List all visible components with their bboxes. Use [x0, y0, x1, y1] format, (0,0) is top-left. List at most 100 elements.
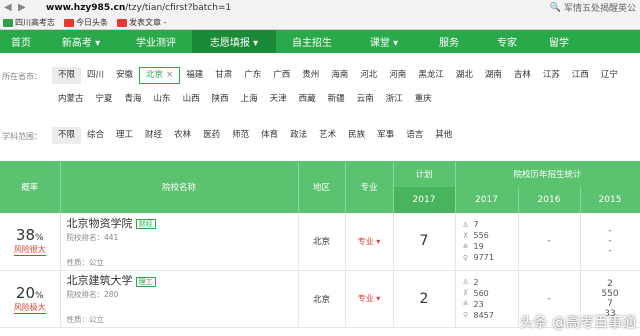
nav-assessment[interactable]: 学业测评	[120, 30, 192, 53]
location-option[interactable]: 上海	[235, 91, 264, 108]
location-option[interactable]: 河南	[383, 67, 412, 84]
location-option[interactable]: 陕西	[206, 91, 235, 108]
header-rate[interactable]: 概率	[0, 161, 61, 213]
location-option[interactable]: 浙江	[380, 91, 409, 108]
location-option[interactable]: 福建	[180, 67, 209, 84]
location-option-label: 宁夏	[95, 94, 113, 104]
person-icon: ♙	[462, 278, 469, 286]
region-cell: 北京	[298, 270, 346, 328]
risk-label: 风险极大	[13, 302, 46, 314]
location-option[interactable]: 山西	[177, 91, 206, 108]
location-option[interactable]: 黑龙江	[412, 67, 450, 84]
location-option[interactable]: 河北	[354, 67, 383, 84]
location-option[interactable]: 贵州	[296, 67, 325, 84]
location-option-label: 辽宁	[600, 70, 618, 80]
location-option[interactable]: 山东	[148, 91, 177, 108]
location-option-label: 上海	[240, 94, 258, 104]
location-option[interactable]: 云南	[351, 91, 380, 108]
location-option[interactable]: 江西	[566, 67, 595, 84]
close-icon[interactable]: ×	[166, 70, 173, 80]
search-suggestion[interactable]: 🔍 军情五处揭醒英公	[550, 1, 636, 15]
discipline-option[interactable]: 语言	[400, 127, 429, 144]
location-option-label: 重庆	[414, 94, 432, 104]
location-option-label: 北京	[146, 70, 164, 80]
bookmark-item[interactable]: 今日头条	[64, 17, 108, 28]
discipline-option[interactable]: 理工	[110, 127, 139, 144]
bookmark-item[interactable]: 发表文章 -	[117, 17, 166, 28]
nav-new-gaokao[interactable]: 新高考 ▾	[42, 30, 120, 53]
location-option[interactable]: 广东	[238, 67, 267, 84]
discipline-option[interactable]: 不限	[52, 127, 82, 144]
discipline-option[interactable]: 医药	[197, 127, 226, 144]
url-host: www.hzy985.cn	[46, 2, 126, 13]
location-option[interactable]: 青海	[119, 91, 148, 108]
results-table: 概率 院校名称 地区 专业 计划 院校历年招生统计 2017 2017 2016…	[0, 161, 640, 328]
discipline-option[interactable]: 师范	[226, 127, 255, 144]
location-option[interactable]: 海南	[325, 67, 354, 84]
nav-application[interactable]: 志愿填报 ▾	[192, 30, 276, 53]
discipline-options: 不限 综合 理工 财经 农林 医药 师范 体育 政法 艺术 民族 军事 语言 其他	[52, 125, 640, 149]
location-option[interactable]: 湖北	[450, 67, 479, 84]
header-year-2017: 2017	[455, 187, 519, 213]
location-option[interactable]: 不限	[52, 67, 82, 84]
location-option[interactable]: 辽宁	[595, 67, 624, 84]
header-plan: 计划	[393, 161, 456, 187]
location-option[interactable]: 江苏	[537, 67, 566, 84]
location-option[interactable]: 内蒙古	[52, 91, 90, 108]
forward-icon[interactable]: ▶	[18, 2, 28, 13]
diff-icon: ≜	[462, 300, 469, 308]
nav-services[interactable]: 服务	[420, 30, 478, 53]
nav-study-abroad[interactable]: 留学	[536, 30, 582, 53]
discipline-option-label: 体育	[261, 130, 279, 140]
discipline-option[interactable]: 军事	[371, 127, 400, 144]
back-icon[interactable]: ◀	[4, 2, 14, 13]
header-school: 院校名称	[60, 161, 299, 213]
location-option-label: 山西	[182, 94, 200, 104]
location-option[interactable]: 安徽	[110, 67, 139, 84]
nav-independent-admission[interactable]: 自主招生	[276, 30, 348, 53]
location-option[interactable]: 湖南	[479, 67, 508, 84]
discipline-option[interactable]: 民族	[342, 127, 371, 144]
url-text[interactable]: www.hzy985.cn/tzy/tian/cfirst?batch=1	[46, 3, 231, 13]
discipline-option-label: 军事	[377, 130, 395, 140]
nav-experts[interactable]: 专家	[478, 30, 536, 53]
location-option[interactable]: 西藏	[293, 91, 322, 108]
school-name[interactable]: 北京物资学院	[67, 217, 133, 230]
location-option[interactable]: 新疆	[322, 91, 351, 108]
header-year-2015: 2015	[580, 187, 640, 213]
location-option[interactable]: 吉林	[508, 67, 537, 84]
diff-icon: ≜	[462, 242, 469, 251]
location-option[interactable]: 广西	[267, 67, 296, 84]
location-option-label: 内蒙古	[58, 94, 84, 104]
bookmark-icon	[64, 18, 74, 27]
discipline-option[interactable]: 政法	[284, 127, 313, 144]
discipline-option[interactable]: 综合	[81, 127, 110, 144]
max-score-icon: ⊼	[462, 289, 469, 297]
bookmark-item[interactable]: 四川高考志	[3, 17, 55, 28]
nav-classroom[interactable]: 课堂 ▾	[348, 30, 420, 53]
stats-2017-cell: ♙ 7 ⊼ 556 ≜ 19 ⚲ 9771	[455, 213, 519, 271]
nav-home[interactable]: 首页	[0, 30, 42, 53]
discipline-option[interactable]: 其他	[429, 127, 458, 144]
major-dropdown[interactable]: 专业 ▾	[358, 294, 381, 303]
location-option[interactable]: 甘肃	[209, 67, 238, 84]
location-option[interactable]: 四川	[81, 67, 110, 84]
discipline-option[interactable]: 艺术	[313, 127, 342, 144]
major-cell: 专业 ▾	[345, 270, 394, 328]
discipline-option[interactable]: 体育	[255, 127, 284, 144]
location-option[interactable]: 重庆	[409, 91, 438, 108]
location-option-label: 江西	[571, 70, 589, 80]
location-option[interactable]: 宁夏	[90, 91, 119, 108]
location-option[interactable]: 天津	[264, 91, 293, 108]
table-row[interactable]: 38% 风险很大 北京物资学院 财经 院校排名：441 性质：公立 北京 专业 ▾…	[0, 213, 640, 271]
address-bar[interactable]: ◀ ▶ www.hzy985.cn/tzy/tian/cfirst?batch=…	[0, 0, 640, 15]
discipline-option-label: 民族	[348, 130, 366, 140]
discipline-option[interactable]: 农林	[168, 127, 197, 144]
location-option-label: 浙江	[385, 94, 403, 104]
school-name[interactable]: 北京建筑大学	[67, 274, 133, 287]
school-nature: 性质：公立	[66, 257, 105, 267]
major-dropdown[interactable]: 专业 ▾	[358, 237, 381, 246]
discipline-option[interactable]: 财经	[139, 127, 168, 144]
location-option[interactable]: 北京 ×	[139, 67, 181, 84]
stat-rank: ⚲ 8457	[462, 310, 494, 320]
